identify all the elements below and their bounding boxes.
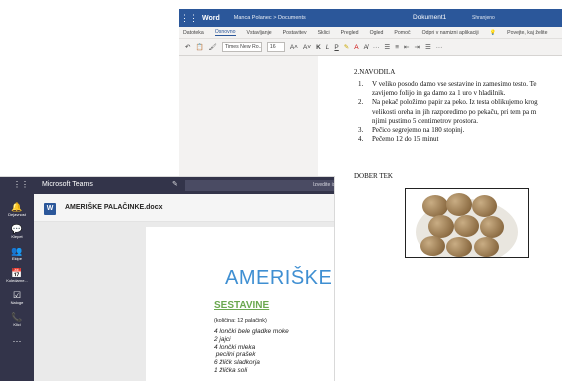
rail-label: Ekipe [11,256,22,261]
numbering-icon[interactable]: ≡ [395,44,399,51]
document-viewer: AMERIŠKE SESTAVINE (količina: 12 palačin… [34,222,334,381]
outdent-icon[interactable]: ⇤ [404,43,409,51]
grow-font-icon[interactable]: A˄ [290,44,298,51]
steps-list: 1. V veliko posodo damo vse sestavine in … [358,80,562,144]
app-launcher-icon[interactable]: ⋮⋮ [179,9,199,27]
bell-icon: 🔔 [11,202,23,212]
tasks-icon: ☑ [12,290,22,300]
align-icon[interactable]: ☰ [425,43,431,51]
font-name-select[interactable]: Times New Ro... [221,42,262,52]
calls-icon: 📞 [11,312,23,322]
lightbulb-icon[interactable]: 💡 [490,30,496,36]
list-item: 4 lončki mleka [214,343,256,351]
ribbon-tabs: Datoteka Osnovno Vstavljanje Postavitev … [179,27,562,39]
section-heading: 2.NAVODILA [354,68,396,76]
rail-label: Klepet [11,234,23,239]
list-item: 6 žličk sladkorja [214,359,260,367]
rail-item-teams[interactable]: 👥 Ekipe [0,246,34,261]
ingredients-list: 4 lončki bele gladke moke 2 jajci 4 lonč… [214,328,289,375]
list-item: 4. Pečemo 12 do 15 minut [358,135,439,144]
document-title: AMERIŠKE [225,267,333,289]
rail-item-tasks[interactable]: ☑ Naloge [0,290,34,305]
rail-label: Dejavnost [8,212,26,217]
indent-icon[interactable]: ⇥ [414,43,419,51]
tab-datoteka[interactable]: Datoteka [183,30,204,36]
list-item: 1 žlička soli [214,366,248,374]
tab-postavitev[interactable]: Postavitev [283,30,307,36]
app-rail: 🔔 Dejavnost 💬 Klepet 👥 Ekipe 📅 Koledarne… [0,194,34,381]
underline-icon[interactable]: P [334,44,338,51]
more-icon[interactable]: ··· [373,44,380,51]
teams-titlebar: ⋮⋮ Microsoft Teams ✎ Izvedite iskanje a [0,177,334,194]
word-app-name[interactable]: Word [202,15,220,22]
breadcrumb[interactable]: Manca Polanec > Documents [234,15,306,21]
teams-app-name: Microsoft Teams [42,181,93,188]
font-color-icon[interactable]: A [354,44,358,51]
shrink-font-icon[interactable]: A˅ [303,44,311,51]
file-name[interactable]: AMERIŠKE PALAČINKE.docx [65,204,163,211]
tab-vstavljanje[interactable]: Vstavljanje [247,30,272,36]
rail-item-more[interactable]: ··· [0,336,34,346]
word-file-icon: W [44,203,56,215]
ingredients-heading: SESTAVINE [214,300,270,311]
more-options-icon[interactable]: ··· [436,44,443,51]
list-item: njimi pustimo 5 centimetrov prostora. [372,116,478,125]
rail-item-activity[interactable]: 🔔 Dejavnost [0,202,34,217]
list-item: zavijemo folijo in ga damo za 1 uro v hl… [372,89,506,98]
rail-item-calls[interactable]: 📞 Klici [0,312,34,327]
tab-osnovno[interactable]: Osnovno [214,29,236,36]
teams-icon: 👥 [11,246,23,256]
rail-label: Koledarne... [6,278,28,283]
tab-pregled[interactable]: Pregled [341,30,359,36]
compose-icon[interactable]: ✎ [172,180,178,188]
document-page[interactable]: 2.NAVODILA 1. V veliko posodo damo vse se… [318,56,562,381]
cookies-photo[interactable] [405,188,529,258]
save-status: Shranjeno [472,15,495,21]
font-size-select[interactable]: 16 [266,42,285,52]
tab-sklici[interactable]: Sklici [318,30,330,36]
list-item: 3. Pečico segrejemo na 180 stopinj. [358,126,465,135]
rail-label: Naloge [10,300,24,305]
clear-format-icon[interactable]: A̸ [364,44,368,51]
rail-item-calendar[interactable]: 📅 Koledarne... [0,268,34,283]
tab-pomoc[interactable]: Pomoč [394,30,410,36]
teams-window: ⋮⋮ Microsoft Teams ✎ Izvedite iskanje a … [0,177,334,381]
open-desktop-app-button[interactable]: Odpri v namizni aplikaciji [422,30,479,36]
calendar-icon: 📅 [11,268,23,278]
list-item: pecilni prašek [214,351,256,359]
ribbon-toolbar: ↶ 📋 🖌 Times New Ro... 16 A˄ A˅ K L P ✎ A… [179,39,562,56]
undo-icon[interactable]: ↶ [185,43,190,51]
document-title[interactable]: Dokument1 [413,14,446,21]
list-item: velikosti oreha in jih razporedimo po pe… [372,107,537,116]
clipboard-icon[interactable]: 📋 [195,43,203,51]
tab-ogled[interactable]: Ogled [370,30,384,36]
bullets-icon[interactable]: ☰ [384,43,390,51]
word-titlebar: ⋮⋮ Word Manca Polanec > Documents Dokume… [179,9,562,27]
list-item: 2. Na pekač položimo papir za peko. Iz te… [358,98,538,107]
list-item: 4 lončki bele gladke moke [214,328,289,335]
tell-me-input[interactable]: Povejte, kaj želite [507,30,547,36]
rail-item-chat[interactable]: 💬 Klepet [0,224,34,239]
more-icon: ··· [12,336,22,346]
document-page[interactable]: AMERIŠKE SESTAVINE (količina: 12 palačin… [146,227,334,381]
list-item: 1. V veliko posodo damo vse sestavine in … [358,80,537,88]
list-item: 2 jajci [214,335,231,343]
bold-icon[interactable]: K [316,44,321,51]
chat-icon: 💬 [11,224,23,234]
file-header: W AMERIŠKE PALAČINKE.docx [34,194,334,222]
closing-text: DOBER TEK [354,172,393,180]
highlight-icon[interactable]: ✎ [344,43,349,51]
search-input[interactable]: Izvedite iskanje a [185,180,334,191]
format-painter-icon[interactable]: 🖌 [209,43,217,51]
quantity-note: (količina: 12 palačink) [214,318,267,324]
rail-label: Klici [13,322,21,327]
italic-icon[interactable]: L [326,44,330,51]
app-launcher-icon[interactable]: ⋮⋮ [13,180,29,189]
